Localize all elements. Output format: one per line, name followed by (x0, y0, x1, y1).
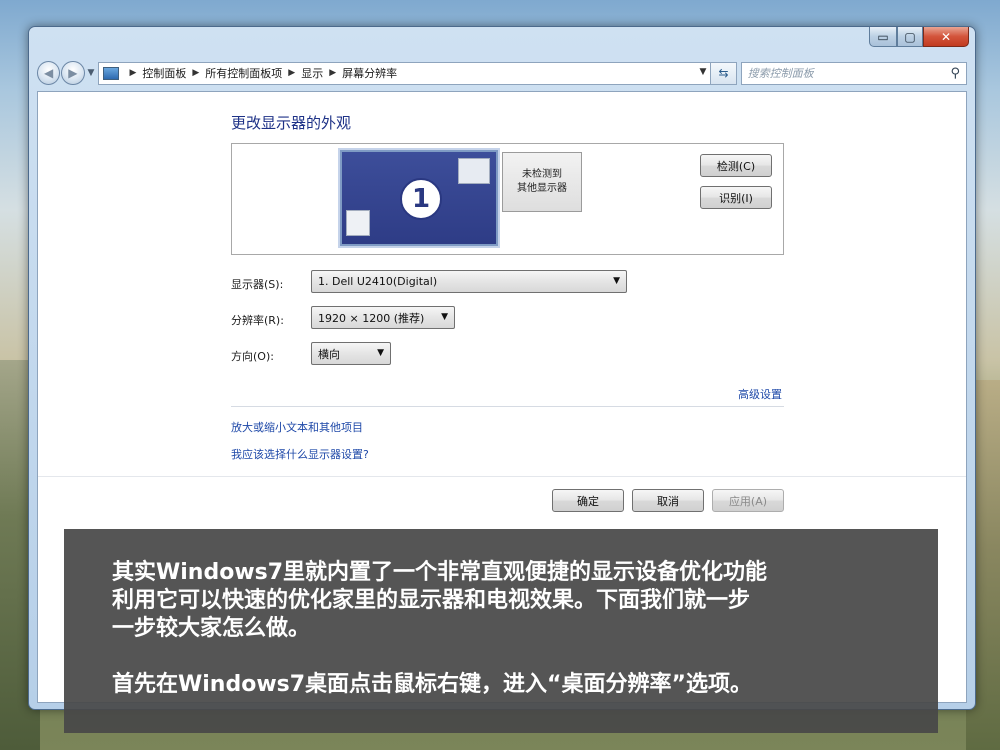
text-size-link[interactable]: 放大或缩小文本和其他项目 (231, 419, 363, 435)
forward-button[interactable]: ▶ (61, 61, 85, 85)
resolution-select[interactable]: 1920 × 1200 (推荐) ▼ (311, 306, 455, 329)
search-input[interactable]: 搜索控制面板 ⚲ (740, 61, 967, 85)
address-dropdown-icon[interactable]: ▼ (700, 67, 707, 77)
chevron-right-icon[interactable]: ▶ (129, 68, 136, 78)
monitor-2-line1: 未检测到 (522, 169, 562, 180)
ok-button[interactable]: 确定 (552, 489, 624, 512)
refresh-icon: ⇆ (718, 66, 729, 80)
display-select-value: 1. Dell U2410(Digital) (318, 275, 438, 288)
display-label: 显示器(S): (231, 278, 284, 291)
which-settings-link[interactable]: 我应该选择什么显示器设置? (231, 446, 369, 462)
apply-button[interactable]: 应用(A) (712, 489, 784, 512)
chevron-right-icon[interactable]: ▶ (192, 68, 199, 78)
button-area-divider (38, 476, 966, 477)
control-panel-icon (103, 66, 120, 80)
monitor-1-thumbnail[interactable]: 1 (340, 150, 498, 246)
monitor-number-badge: 1 (400, 178, 442, 220)
address-bar[interactable]: ▶ 控制面板 ▶ 所有控制面板项 ▶ 显示 ▶ 屏幕分辨率 ▼ (98, 61, 712, 85)
breadcrumb-display[interactable]: 显示 (301, 65, 323, 81)
navigation-bar: ◀ ▶ ▼ ▶ 控制面板 ▶ 所有控制面板项 ▶ 显示 ▶ 屏幕分辨率 ▼ ⇆ … (37, 59, 967, 87)
overlay-line-3: 一步较大家怎么做。 (112, 616, 311, 641)
chevron-down-icon: ▼ (441, 312, 448, 322)
breadcrumb-screen-resolution[interactable]: 屏幕分辨率 (342, 65, 397, 81)
chevron-down-icon: ▼ (377, 348, 384, 358)
arrow-left-icon: ◀ (44, 66, 54, 80)
orientation-select-value: 横向 (318, 347, 340, 361)
orientation-select[interactable]: 横向 ▼ (311, 342, 391, 365)
advanced-settings-link[interactable]: 高级设置 (738, 386, 782, 402)
caption-overlay: 其实Windows7里就内置了一个非常直观便捷的显示设备优化功能 利用它可以快速… (64, 529, 938, 733)
arrow-right-icon: ▶ (68, 66, 78, 80)
monitor-not-detected-thumbnail: 未检测到 其他显示器 (502, 152, 582, 212)
overlay-line-2: 利用它可以快速的优化家里的显示器和电视效果。下面我们就一步 (112, 588, 751, 613)
breadcrumb-control-panel[interactable]: 控制面板 (142, 65, 186, 81)
mini-window-icon (458, 158, 490, 184)
overlay-text: 其实Windows7里就内置了一个非常直观便捷的显示设备优化功能 利用它可以快速… (112, 559, 902, 699)
chevron-right-icon[interactable]: ▶ (329, 68, 336, 78)
overlay-line-1: 其实Windows7里就内置了一个非常直观便捷的显示设备优化功能 (112, 560, 768, 585)
recent-pages-dropdown[interactable]: ▼ (88, 68, 95, 78)
refresh-button[interactable]: ⇆ (711, 61, 737, 85)
caption-buttons: ▭ ▢ ✕ (869, 27, 969, 47)
maximize-button[interactable]: ▢ (897, 27, 923, 47)
resolution-label: 分辨率(R): (231, 314, 284, 327)
cancel-button[interactable]: 取消 (632, 489, 704, 512)
page-title: 更改显示器的外观 (231, 114, 352, 132)
search-placeholder: 搜索控制面板 (747, 67, 814, 80)
close-button[interactable]: ✕ (923, 27, 969, 47)
back-button[interactable]: ◀ (37, 61, 61, 85)
minimize-button[interactable]: ▭ (869, 27, 897, 47)
monitor-2-line2: 其他显示器 (517, 183, 567, 194)
resolution-select-value: 1920 × 1200 (推荐) (318, 311, 425, 325)
chevron-down-icon: ▼ (613, 276, 620, 286)
mini-window-icon (346, 210, 370, 236)
identify-button[interactable]: 识别(I) (700, 186, 772, 209)
orientation-label: 方向(O): (231, 350, 274, 363)
detect-button[interactable]: 检测(C) (700, 154, 772, 177)
chevron-right-icon[interactable]: ▶ (288, 68, 295, 78)
display-select[interactable]: 1. Dell U2410(Digital) ▼ (311, 270, 627, 293)
breadcrumb-all-items[interactable]: 所有控制面板项 (205, 65, 282, 81)
search-icon[interactable]: ⚲ (950, 66, 960, 81)
overlay-line-4: 首先在Windows7桌面点击鼠标右键，进入“桌面分辨率”选项。 (112, 672, 752, 697)
divider (231, 406, 784, 407)
